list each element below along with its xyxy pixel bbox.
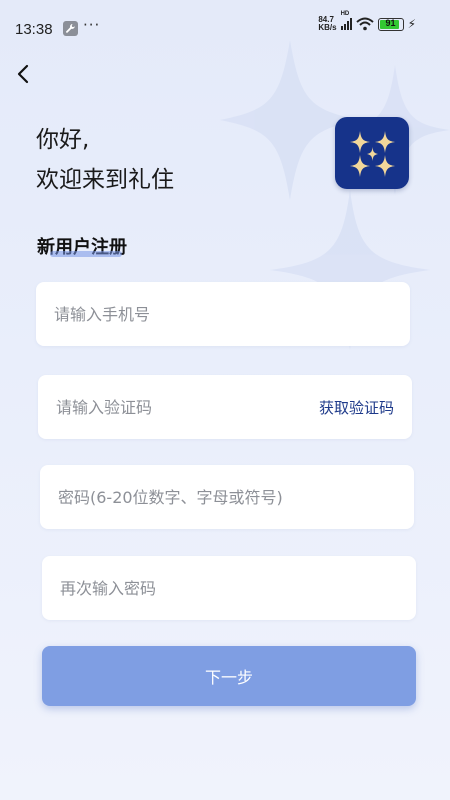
title-underline: [50, 251, 122, 257]
wifi-icon: [355, 17, 374, 31]
battery-level: 91: [385, 17, 396, 28]
phone-input[interactable]: [54, 282, 314, 346]
charging-icon: ⚡: [407, 17, 416, 31]
app-logo: [335, 117, 409, 189]
network-badge: HD: [340, 11, 350, 17]
next-step-button[interactable]: 下一步: [42, 646, 416, 706]
status-indicators: 84.7 KB/s HD 91 ⚡: [318, 11, 416, 32]
verification-code-input[interactable]: [56, 375, 316, 439]
verification-code-field[interactable]: 获取验证码: [38, 375, 412, 439]
status-time: 13:38: [15, 21, 53, 38]
network-speed: 84.7 KB/s: [318, 16, 336, 32]
battery-icon: 91: [377, 17, 404, 31]
chevron-left-icon: [17, 64, 29, 84]
greeting-line-2: 欢迎来到礼住: [36, 167, 174, 193]
password-input[interactable]: [58, 465, 398, 529]
back-button[interactable]: [12, 62, 36, 86]
status-bar: 13:38 ··· 84.7 KB/s HD 91 ⚡: [0, 0, 450, 42]
greeting-line-1: 你好,: [36, 127, 90, 153]
get-code-button[interactable]: 获取验证码: [319, 397, 394, 418]
wrench-icon: [63, 21, 78, 36]
more-notifications-icon: ···: [83, 16, 101, 34]
password-field[interactable]: [40, 465, 414, 529]
signal-icon: HD: [340, 11, 352, 30]
sparkle-logo-icon: [350, 131, 395, 177]
network-speed-unit: KB/s: [318, 23, 337, 32]
confirm-password-field[interactable]: [42, 556, 416, 620]
confirm-password-input[interactable]: [60, 556, 320, 620]
phone-field[interactable]: [36, 282, 410, 346]
